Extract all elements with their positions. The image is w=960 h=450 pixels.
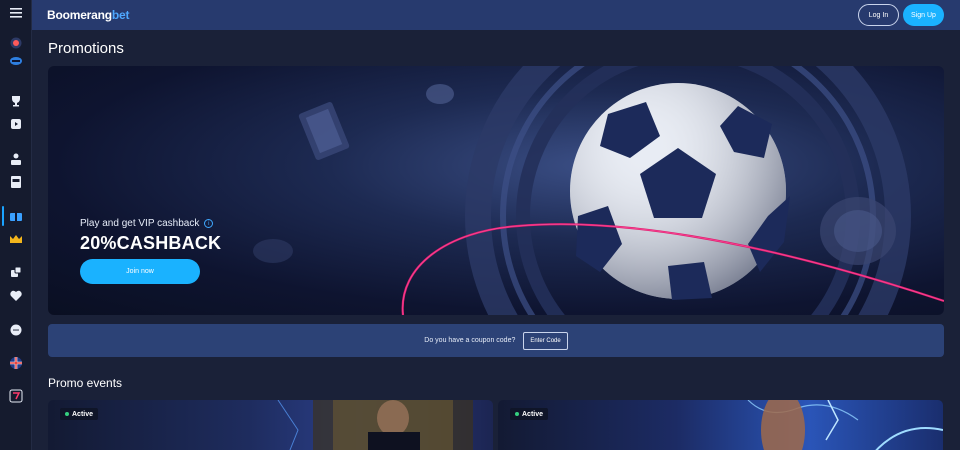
signup-button[interactable]: Sign Up <box>903 4 944 26</box>
info-icon[interactable]: i <box>204 219 214 228</box>
promo-card-artwork <box>277 400 473 450</box>
top-header: Boomerangbet Log In Sign Up <box>32 0 960 30</box>
status-label: Active <box>522 410 544 418</box>
login-button[interactable]: Log In <box>858 4 899 26</box>
active-dot <box>515 412 519 416</box>
coupon-bar: Do you have a coupon code? Enter Code <box>48 324 944 357</box>
casino-icon[interactable] <box>8 116 24 132</box>
hero-text: Play and get VIP cashback i 20%CASHBACK <box>80 218 221 254</box>
status-badge: Active <box>510 408 549 420</box>
promotions-icon[interactable] <box>8 208 24 224</box>
active-dot <box>65 412 69 416</box>
promo-event-card[interactable]: Active <box>48 400 493 450</box>
enter-code-button[interactable]: Enter Code <box>523 331 568 350</box>
brand-accent: bet <box>111 8 130 22</box>
trophy-icon[interactable] <box>8 93 24 109</box>
favorites-heart-icon[interactable] <box>8 288 24 304</box>
chat-icon[interactable] <box>8 322 24 338</box>
menu-icon[interactable] <box>8 5 24 21</box>
active-indicator <box>2 206 4 226</box>
status-badge: Active <box>60 408 99 420</box>
promo-event-card[interactable]: Active <box>498 400 943 450</box>
brand-logo[interactable]: Boomerangbet <box>47 8 129 22</box>
status-label: Active <box>72 410 94 418</box>
slot-machine-icon[interactable] <box>8 174 24 190</box>
hero-title: 20%CASHBACK <box>80 233 222 253</box>
dealer-icon[interactable] <box>8 151 24 167</box>
dice-icon[interactable] <box>8 265 24 281</box>
coupon-question: Do you have a coupon code? <box>424 337 516 344</box>
uk-flag-icon[interactable] <box>8 355 24 371</box>
hero-subtitle-text: Play and get VIP cashback <box>80 218 200 229</box>
join-now-button[interactable]: Join now <box>80 259 200 284</box>
promo-card-artwork <box>747 400 943 450</box>
live-icon[interactable] <box>8 53 24 69</box>
hero-subtitle: Play and get VIP cashback i <box>80 218 221 229</box>
sidebar <box>0 0 32 450</box>
app-icon[interactable] <box>8 388 24 404</box>
promo-events-title: Promo events <box>48 376 123 390</box>
page-title: Promotions <box>48 40 124 57</box>
brand-name: Boomerang <box>47 8 112 22</box>
vip-crown-icon[interactable] <box>8 231 24 247</box>
cashback-hero-banner[interactable]: Play and get VIP cashback i 20%CASHBACK … <box>48 66 944 315</box>
sports-icon[interactable] <box>8 35 24 51</box>
